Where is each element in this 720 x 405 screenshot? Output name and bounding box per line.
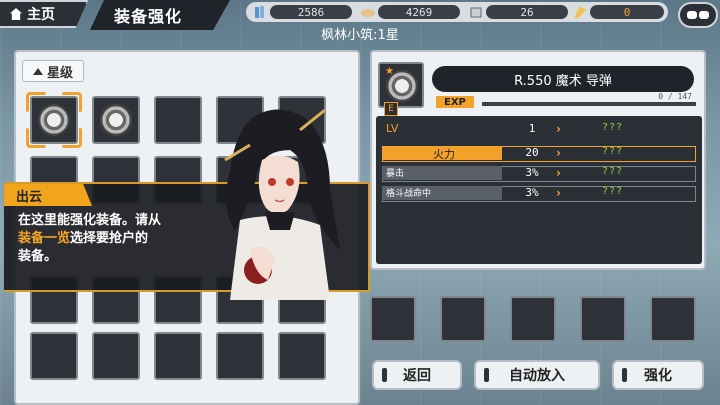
equipment-detail-panel: ★ E R.550 魔术 导弹 EXP 0 / 147 LV 1 › ??? 火… (370, 50, 706, 270)
equipment-slot[interactable] (216, 332, 264, 380)
material-slot[interactable] (370, 296, 416, 342)
resource-ration-value: 4269 (378, 5, 460, 19)
resource-part-value: 26 (486, 5, 568, 19)
torpedo-equipment-icon (386, 70, 418, 102)
equipment-rank: E (384, 102, 398, 116)
stat-name: 暴击 (382, 166, 502, 180)
part-icon (470, 7, 482, 18)
stat-row-lv: LV 1 › ??? (382, 122, 696, 138)
stat-value: 20 (525, 146, 539, 159)
equipment-name: R.550 魔术 导弹 (432, 66, 694, 92)
button-marker (622, 368, 627, 382)
star-sort-button[interactable]: 星级 (22, 60, 85, 82)
equipment-slot-selected[interactable] (30, 96, 78, 144)
material-slot[interactable] (440, 296, 486, 342)
stat-new-value: ??? (602, 186, 624, 197)
arrow-right-icon: › (556, 122, 561, 136)
resource-bar: 2586 4269 26 0 (246, 2, 668, 22)
stat-value: 3% (525, 186, 539, 199)
stat-value: 3% (525, 166, 539, 179)
button-marker (382, 368, 387, 382)
stat-row-firepower: 火力 20 › ??? (382, 146, 696, 162)
arrow-right-icon: › (556, 166, 561, 180)
dialog-line-2-rest: 选择要抢户的 (70, 231, 149, 246)
ammo-icon (255, 6, 264, 18)
stat-row-crit: 暴击 3% › ??? (382, 166, 696, 182)
back-button-label: 返回 (403, 368, 431, 384)
arrow-right-icon: › (556, 146, 561, 160)
stat-value: 1 (528, 122, 536, 135)
exp-value: 0 / 147 (658, 92, 692, 101)
enhance-button[interactable]: 强化 (612, 360, 704, 390)
sort-up-icon (33, 67, 43, 75)
enhance-button-label: 强化 (644, 368, 672, 384)
current-equipment-icon: ★ E (378, 62, 424, 116)
equipment-slot[interactable] (154, 332, 202, 380)
stat-name: LV (386, 122, 399, 135)
material-slot[interactable] (510, 296, 556, 342)
exp-bar (482, 102, 696, 106)
equipment-slot[interactable] (30, 332, 78, 380)
auto-fill-button-label: 自动放入 (509, 368, 565, 384)
home-icon (10, 8, 22, 20)
fleet-subtitle: 枫林小筑:1星 (321, 28, 399, 43)
character-portrait (224, 108, 340, 300)
equipment-slot[interactable] (278, 332, 326, 380)
stat-new-value: ??? (602, 166, 624, 177)
ration-icon (361, 9, 375, 17)
speaker-name: 出云 (4, 184, 92, 206)
dialog-highlight: 装备一览 (18, 231, 71, 246)
chat-icon (687, 11, 697, 19)
button-marker (484, 368, 489, 382)
back-button[interactable]: 返回 (372, 360, 462, 390)
equipment-slot[interactable] (92, 332, 140, 380)
stat-new-value: ??? (602, 146, 624, 157)
auto-fill-button[interactable]: 自动放入 (474, 360, 600, 390)
torpedo-equipment-icon (38, 104, 70, 136)
torpedo-equipment-icon (100, 104, 132, 136)
material-slot[interactable] (580, 296, 626, 342)
material-slot[interactable] (650, 296, 696, 342)
arrow-right-icon: › (556, 186, 561, 200)
stat-name: 格斗战命中 (382, 186, 502, 200)
star-sort-label: 星级 (47, 65, 74, 81)
home-label: 主页 (27, 7, 55, 23)
stat-new-value: ??? (602, 122, 624, 133)
stat-name: 火力 (382, 146, 502, 161)
resource-gem-value: 0 (590, 5, 664, 19)
gem-icon (574, 6, 586, 18)
stats-table: LV 1 › ??? 火力 20 › ??? 暴击 3% › ??? 格斗战命中… (376, 116, 702, 264)
equipment-slot[interactable] (92, 96, 140, 144)
resource-ammo-value: 2586 (270, 5, 352, 19)
stat-row-melee-hit: 格斗战命中 3% › ??? (382, 186, 696, 202)
exp-label: EXP (436, 96, 474, 108)
chat-icon-dot (699, 11, 709, 19)
